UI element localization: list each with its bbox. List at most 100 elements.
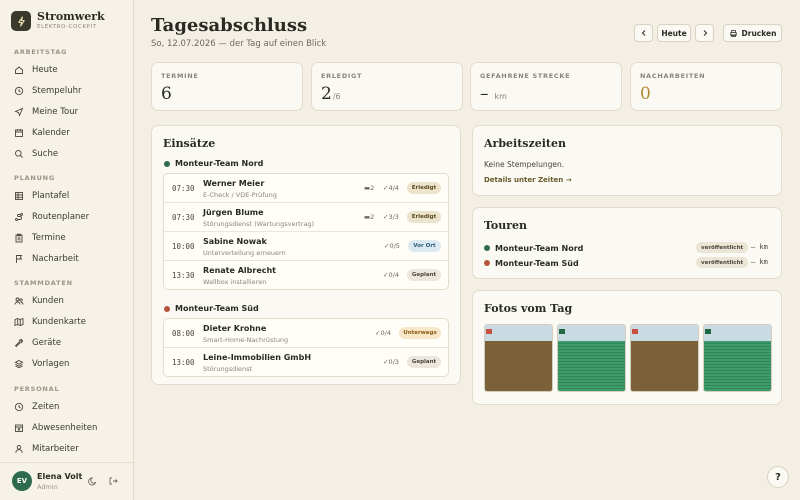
published-badge: veröffentlicht [696, 242, 749, 253]
photo-thumbnail[interactable] [484, 324, 553, 392]
sidebar-item-label: Nacharbeit [32, 254, 79, 264]
layers-icon [14, 359, 24, 369]
brand-name: Stromwerk [37, 10, 105, 23]
sidebar-item-nacharbeit[interactable]: Nacharbeit [14, 252, 79, 266]
sidebar-item-label: Meine Tour [32, 107, 79, 117]
help-button[interactable]: ? [767, 466, 789, 488]
users-icon [14, 297, 24, 305]
appointment-time: 07:30 [172, 213, 195, 222]
checklist-progress: ✓3/3 [383, 213, 399, 221]
sidebar-item-label: Stempeluhr [32, 86, 82, 96]
team-name: Monteur-Team Nord [175, 159, 264, 168]
sidebar-item-label: Geräte [32, 338, 62, 348]
einsaetze-title: Einsätze [163, 137, 216, 150]
tour-row[interactable]: Monteur-Team Nord veröffentlicht – km [484, 241, 771, 255]
flag-icon [16, 255, 23, 263]
appointment-time: 13:00 [172, 358, 195, 367]
sidebar-item-meine-tour[interactable]: Meine Tour [14, 105, 78, 119]
tour-distance: – km [751, 258, 768, 266]
stat-value: 0 [640, 84, 651, 104]
sidebar-item-label: Plantafel [32, 191, 70, 201]
sidebar-item-kundenkarte[interactable]: Kundenkarte [14, 315, 86, 329]
arbeitszeiten-empty: Keine Stempelungen. [484, 160, 565, 169]
sidebar-item-vorlagen[interactable]: Vorlagen [14, 357, 69, 371]
sidebar-item-label: Routenplaner [32, 212, 90, 222]
appointment-customer: Dieter Krohne [203, 324, 267, 333]
checklist-progress: ✓0/5 [384, 242, 400, 250]
today-button[interactable]: Heute [657, 24, 691, 42]
sidebar-item-abwesenheiten[interactable]: Abwesenheiten [14, 421, 97, 435]
sidebar-item-heute[interactable]: Heute [14, 63, 58, 77]
appointment-customer: Leine-Immobilien GmbH [203, 353, 312, 362]
arbeitszeiten-card: Arbeitszeiten Keine Stempelungen. Detail… [472, 125, 782, 196]
sidebar-item-routenplaner[interactable]: Routenplaner [14, 210, 89, 224]
touren-title: Touren [484, 219, 528, 232]
tour-team-name: Monteur-Team Süd [495, 258, 579, 268]
checklist-progress: ✓0/4 [375, 329, 391, 337]
appointment-description: Smart-Home-Nachrüstung [203, 336, 289, 344]
chevron-right-icon [703, 30, 707, 36]
sidebar-item-stempeluhr[interactable]: Stempeluhr [14, 84, 82, 98]
sidebar-item-kalender[interactable]: Kalender [14, 126, 70, 140]
checklist-progress: ✓0/4 [383, 271, 399, 279]
stat-value: – [480, 84, 489, 104]
nav-section-arbeitstag: ARBEITSTAG [14, 48, 68, 56]
user-name: Elena Volt [37, 472, 83, 481]
sidebar-item-termine[interactable]: Termine [14, 231, 66, 245]
status-badge: Erledigt [407, 211, 441, 223]
sidebar-item-suche[interactable]: Suche [14, 147, 58, 161]
fotos-card: Fotos vom Tag [472, 290, 782, 405]
arbeitszeiten-title: Arbeitszeiten [484, 137, 566, 150]
photo-thumbnail[interactable] [557, 324, 626, 392]
sidebar-item-zeiten[interactable]: Zeiten [14, 400, 59, 414]
sidebar: Stromwerk ELEKTRO-COCKPIT ARBEITSTAG Heut… [0, 0, 134, 500]
page-subtitle: So, 12.07.2026 — der Tag auf einen Blick [151, 39, 327, 49]
stat-value-wrap: – km [480, 84, 507, 104]
next-day-button[interactable] [695, 24, 714, 42]
photo-thumbnail[interactable] [630, 324, 699, 392]
appointment-time: 13:30 [172, 271, 195, 280]
sidebar-item-geräte[interactable]: Geräte [14, 336, 61, 350]
stat-label: NACHARBEITEN [640, 72, 706, 80]
team-color-dot [164, 305, 170, 312]
zeiten-details-link[interactable]: Details unter Zeiten → [484, 176, 572, 184]
printer-icon [729, 29, 737, 37]
checklist-progress: ✓0/3 [383, 358, 399, 366]
sidebar-item-label: Abwesenheiten [32, 423, 98, 433]
status-badge: Geplant [407, 269, 441, 281]
appointment-row[interactable]: 08:00 Dieter Krohne Smart-Home-Nachrüstu… [164, 319, 448, 348]
stat-label: GEFAHRENE STRECKE [480, 72, 571, 80]
photo-thumbnail[interactable] [703, 324, 772, 392]
appointment-row[interactable]: 07:30 Werner Meier E-Check / VDE-Prüfung… [164, 174, 448, 203]
print-button[interactable]: Drucken [723, 24, 782, 42]
brand[interactable]: Stromwerk ELEKTRO-COCKPIT [11, 11, 105, 31]
status-badge: Geplant [407, 356, 441, 368]
sidebar-item-kunden[interactable]: Kunden [14, 294, 64, 308]
sidebar-item-label: Kundenkarte [32, 317, 86, 327]
nav-section-personal: PERSONAL [14, 385, 60, 393]
route-icon [15, 213, 23, 221]
brand-subtitle: ELEKTRO-COCKPIT [37, 24, 97, 30]
sidebar-item-plantafel[interactable]: Plantafel [14, 189, 69, 203]
team-header: Monteur-Team Nord [164, 159, 263, 168]
stat-card-gefahrene-strecke: GEFAHRENE STRECKE – km [470, 62, 622, 111]
stat-value: 2 [321, 84, 332, 104]
prev-day-button[interactable] [634, 24, 653, 42]
clock-icon [14, 402, 24, 412]
appointment-row[interactable]: 13:00 Leine-Immobilien GmbH Störungsdien… [164, 348, 448, 377]
stat-value-wrap: 2/6 [321, 84, 341, 104]
sidebar-item-label: Vorlagen [32, 359, 70, 369]
avatar[interactable]: EV [12, 471, 32, 491]
appointment-row[interactable]: 10:00 Sabine Nowak Unterverteilung erneu… [164, 232, 448, 261]
logout-icon[interactable] [108, 476, 118, 486]
moon-icon[interactable] [88, 476, 98, 486]
appointment-row[interactable]: 13:30 Renate Albrecht Wallbox installier… [164, 261, 448, 290]
appointment-customer: Sabine Nowak [203, 237, 267, 246]
stat-label: TERMINE [161, 72, 199, 80]
appointment-row[interactable]: 07:30 Jürgen Blume Störungsdienst (Wartu… [164, 203, 448, 232]
sidebar-item-mitarbeiter[interactable]: Mitarbeiter [14, 442, 79, 456]
home-icon [15, 66, 23, 74]
appointment-list: 08:00 Dieter Krohne Smart-Home-Nachrüstu… [163, 318, 449, 377]
tour-row[interactable]: Monteur-Team Süd veröffentlicht – km [484, 256, 771, 270]
stat-card-erledigt: ERLEDIGT 2/6 [311, 62, 463, 111]
